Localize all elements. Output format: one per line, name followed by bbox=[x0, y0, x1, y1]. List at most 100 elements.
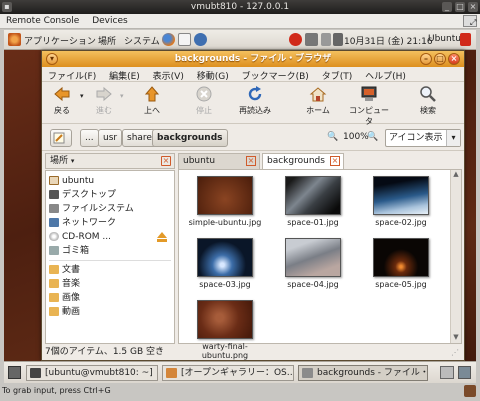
zoom-out-icon[interactable]: 🔍 bbox=[327, 132, 338, 142]
up-button[interactable]: 上へ bbox=[138, 85, 166, 116]
show-desktop-icon[interactable] bbox=[8, 366, 21, 379]
panel-clock[interactable]: 10月31日 (金) 21:16 bbox=[344, 34, 433, 47]
menu-applications[interactable]: アプリケーション bbox=[24, 34, 96, 47]
sidebar-item-cdrom[interactable]: CD-ROM ... bbox=[49, 231, 111, 243]
scroll-up-icon[interactable]: ▲ bbox=[451, 170, 461, 180]
home-icon bbox=[49, 176, 59, 185]
stop-button[interactable]: 停止 bbox=[190, 85, 218, 116]
zoom-in-icon[interactable]: 🔍 bbox=[367, 132, 378, 142]
file-item[interactable]: space-02.jpg bbox=[361, 176, 441, 227]
eject-icon[interactable] bbox=[156, 231, 168, 243]
file-thumbnail bbox=[197, 238, 253, 277]
scroll-down-icon[interactable]: ▼ bbox=[451, 333, 461, 343]
sidebar-item-ubuntu[interactable]: ubuntu bbox=[49, 175, 94, 187]
panel-user[interactable]: Ubuntu bbox=[428, 34, 461, 44]
search-button[interactable]: 検索 bbox=[414, 85, 442, 116]
network-monitor-icon[interactable] bbox=[305, 33, 318, 46]
tab-ubuntu[interactable]: ubuntu × bbox=[178, 153, 260, 169]
mail-icon[interactable] bbox=[178, 33, 191, 46]
home-button[interactable]: ホーム bbox=[304, 85, 332, 116]
menu-bookmarks[interactable]: ブックマーク(B) bbox=[236, 67, 313, 82]
file-thumbnail bbox=[285, 238, 341, 277]
file-thumbnail bbox=[197, 176, 253, 215]
update-notifier-icon[interactable] bbox=[289, 33, 302, 46]
ubuntu-logo-icon[interactable] bbox=[8, 33, 21, 46]
file-item[interactable]: space-01.jpg bbox=[273, 176, 353, 227]
menu-system[interactable]: システム bbox=[124, 34, 160, 47]
minimize-button[interactable]: – bbox=[420, 53, 432, 65]
menu-go[interactable]: 移動(G) bbox=[191, 67, 233, 82]
tab-close-icon[interactable]: × bbox=[246, 156, 256, 166]
guest-desktop: アプリケーション 場所 システム 10月31日 (金) 21:16 Ubuntu… bbox=[4, 30, 476, 383]
path-button-usr[interactable]: usr bbox=[98, 129, 123, 147]
menu-help[interactable]: ヘルプ(H) bbox=[359, 67, 410, 82]
sidebar-item-trash[interactable]: ゴミ箱 bbox=[49, 245, 89, 257]
workspace-switcher[interactable] bbox=[440, 366, 454, 379]
firefox-icon[interactable] bbox=[162, 33, 175, 46]
up-arrow-icon bbox=[144, 86, 160, 102]
file-item[interactable]: simple-ubuntu.jpg bbox=[185, 176, 265, 227]
sidebar-close-icon[interactable]: × bbox=[161, 156, 171, 166]
window-title: backgrounds - ファイル・ブラウザ bbox=[174, 54, 332, 64]
back-history-icon[interactable]: ▾ bbox=[80, 92, 84, 100]
forward-history-icon[interactable]: ▾ bbox=[120, 92, 124, 100]
vm-menu-remote-console[interactable]: Remote Console bbox=[0, 14, 83, 26]
computer-button[interactable]: コンピュータ bbox=[346, 85, 392, 127]
zoom-level[interactable]: 100% bbox=[343, 132, 369, 142]
sidebar-header[interactable]: 場所 ▾ × bbox=[45, 153, 175, 169]
back-button[interactable]: 戻る bbox=[48, 85, 76, 116]
window-menu-button[interactable]: ▾ bbox=[46, 53, 58, 65]
display-icon[interactable] bbox=[321, 33, 331, 46]
help-icon[interactable] bbox=[194, 33, 207, 46]
reload-button[interactable]: 再読込み bbox=[238, 85, 272, 116]
vm-minimize-button[interactable]: _ bbox=[442, 2, 452, 12]
maximize-button[interactable]: □ bbox=[434, 53, 446, 65]
network-icon bbox=[49, 218, 59, 227]
file-item[interactable]: space-03.jpg bbox=[185, 238, 265, 289]
volume-icon[interactable] bbox=[333, 33, 343, 46]
taskbar-item-terminal[interactable]: [ubuntu@vmubt810: ~] bbox=[26, 365, 158, 381]
sidebar-item-music[interactable]: 音楽 bbox=[49, 278, 80, 290]
cdrom-icon bbox=[49, 232, 59, 241]
reload-icon bbox=[248, 86, 262, 101]
fullscreen-icon[interactable]: ⤢ bbox=[463, 15, 477, 27]
forward-button[interactable]: 進む bbox=[90, 85, 118, 116]
file-thumbnail bbox=[197, 300, 253, 339]
resize-grip-icon[interactable]: ⋰ bbox=[451, 346, 461, 358]
vm-close-button[interactable]: × bbox=[468, 2, 478, 12]
menu-edit[interactable]: 編集(E) bbox=[103, 67, 144, 82]
menu-tabs[interactable]: タブ(T) bbox=[316, 67, 357, 82]
edit-location-icon bbox=[53, 132, 65, 144]
file-item[interactable]: space-04.jpg bbox=[273, 238, 353, 289]
vm-maximize-button[interactable]: □ bbox=[455, 2, 465, 12]
sidebar-item-filesystem[interactable]: ファイルシステム bbox=[49, 203, 134, 215]
vm-window-menu-icon[interactable]: ▪ bbox=[2, 2, 12, 12]
back-arrow-icon bbox=[54, 86, 70, 102]
tab-backgrounds[interactable]: backgrounds × bbox=[262, 153, 344, 170]
vm-menu-devices[interactable]: Devices bbox=[86, 14, 131, 26]
taskbar-item-file-browser[interactable]: backgrounds - ファイル・ブ… bbox=[298, 365, 428, 381]
shutdown-icon[interactable] bbox=[460, 33, 471, 46]
chevron-down-icon: ▾ bbox=[70, 157, 75, 165]
path-button-backgrounds[interactable]: backgrounds bbox=[152, 129, 228, 147]
view-mode-select[interactable]: アイコン表示 ▾ bbox=[385, 129, 461, 147]
toggle-location-button[interactable] bbox=[50, 129, 72, 147]
sidebar-item-pictures[interactable]: 画像 bbox=[49, 292, 80, 304]
sidebar-item-network[interactable]: ネットワーク bbox=[49, 217, 116, 229]
close-button[interactable]: × bbox=[448, 53, 460, 65]
status-bar: 7個のアイテム、1.5 GB 空き ⋰ bbox=[45, 346, 461, 359]
file-item[interactable]: space-05.jpg bbox=[361, 238, 441, 289]
path-button-ellipsis[interactable]: ... bbox=[80, 129, 99, 147]
sidebar-item-desktop[interactable]: デスクトップ bbox=[49, 189, 116, 201]
stop-icon bbox=[196, 86, 212, 102]
menu-view[interactable]: 表示(V) bbox=[147, 67, 188, 82]
sidebar-item-videos[interactable]: 動画 bbox=[49, 306, 80, 318]
sidebar-item-documents[interactable]: 文書 bbox=[49, 264, 80, 276]
vertical-scrollbar[interactable]: ▲ ▼ bbox=[450, 170, 461, 343]
menu-places[interactable]: 場所 bbox=[98, 34, 116, 47]
trash-applet-icon[interactable] bbox=[458, 366, 471, 379]
taskbar-item-gallery[interactable]: [オープンギャラリー：OS… bbox=[162, 365, 294, 381]
folder-icon bbox=[49, 307, 59, 316]
menu-file[interactable]: ファイル(F) bbox=[42, 67, 100, 82]
tab-close-icon[interactable]: × bbox=[330, 156, 340, 166]
